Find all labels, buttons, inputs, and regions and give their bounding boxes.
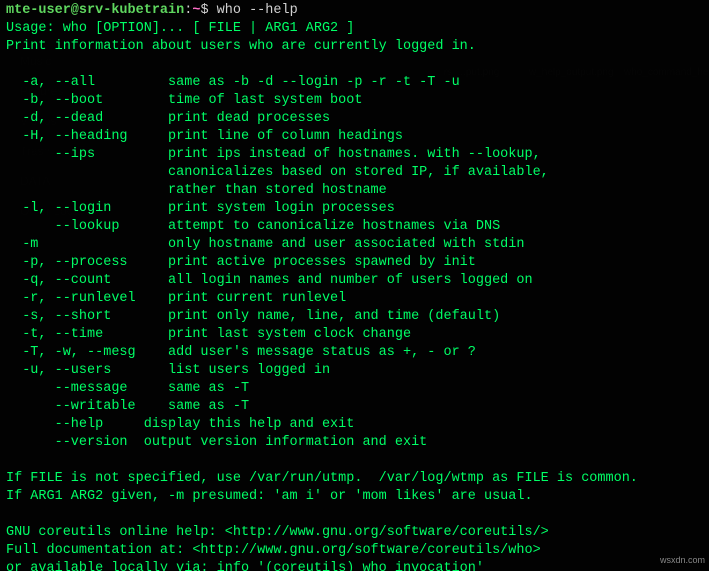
output-option: --help display this help and exit <box>6 417 354 432</box>
command-text <box>209 3 217 18</box>
output-option: -b, --boot time of last system boot <box>6 93 362 108</box>
terminal-window[interactable]: mte-user@srv-kubetrain:~$ who --help Usa… <box>0 0 709 571</box>
output-option: -p, --process print active processes spa… <box>6 255 476 270</box>
output-option: -l, --login print system login processes <box>6 201 395 216</box>
watermark: wsxdn.com <box>660 551 705 569</box>
output-option: -u, --users list users logged in <box>6 363 330 378</box>
output-option: -s, --short print only name, line, and t… <box>6 309 500 324</box>
output-option: -m only hostname and user associated wit… <box>6 237 524 252</box>
output-option: --lookup attempt to canonicalize hostnam… <box>6 219 500 234</box>
output-option: --ips print ips instead of hostnames. wi… <box>6 147 541 162</box>
output-footer: If FILE is not specified, use /var/run/u… <box>6 471 638 486</box>
command-input: who --help <box>217 3 298 18</box>
prompt-symbol: $ <box>200 3 208 18</box>
output-option: -H, --heading print line of column headi… <box>6 129 403 144</box>
output-footer: Full documentation at: <http://www.gnu.o… <box>6 543 541 558</box>
prompt-user: mte-user@srv-kubetrain <box>6 3 184 18</box>
output-usage: Usage: who [OPTION]... [ FILE | ARG1 ARG… <box>6 21 354 36</box>
output-option: -T, -w, --mesg add user's message status… <box>6 345 476 360</box>
output-option: --version output version information and… <box>6 435 427 450</box>
output-footer: If ARG1 ARG2 given, -m presumed: 'am i' … <box>6 489 533 504</box>
output-option: --message same as -T <box>6 381 249 396</box>
output-option: canonicalizes based on stored IP, if ava… <box>6 165 549 180</box>
output-footer: or available locally via: info '(coreuti… <box>6 561 484 571</box>
output-footer: GNU coreutils online help: <http://www.g… <box>6 525 549 540</box>
output-option: -d, --dead print dead processes <box>6 111 330 126</box>
output-option: --writable same as -T <box>6 399 249 414</box>
output-option: -q, --count all login names and number o… <box>6 273 533 288</box>
output-option: -a, --all same as -b -d --login -p -r -t… <box>6 75 460 90</box>
output-option: rather than stored hostname <box>6 183 387 198</box>
output-desc: Print information about users who are cu… <box>6 39 476 54</box>
output-option: -r, --runlevel print current runlevel <box>6 291 346 306</box>
output-option: -t, --time print last system clock chang… <box>6 327 411 342</box>
